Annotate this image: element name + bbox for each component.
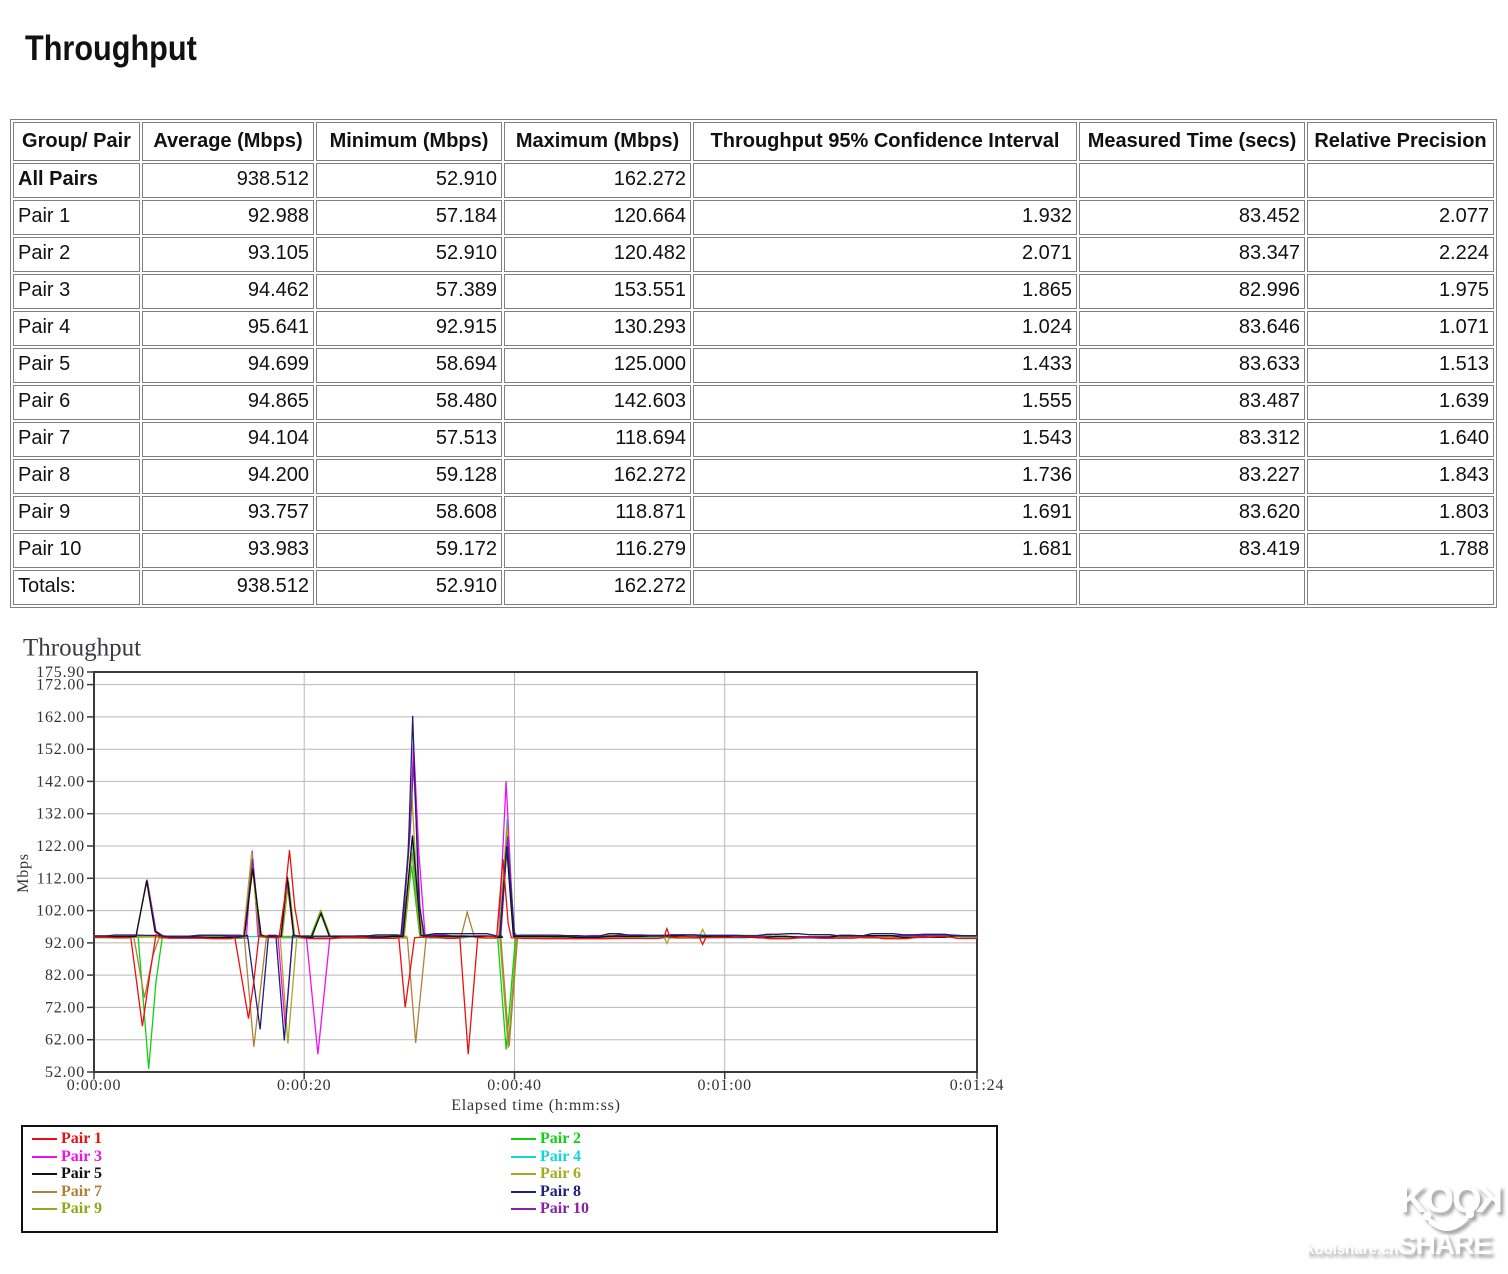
svg-text:102.00: 102.00 (36, 903, 85, 920)
svg-text:172.00: 172.00 (36, 677, 85, 694)
svg-text:SHARE: SHARE (1398, 1229, 1491, 1260)
svg-text:142.00: 142.00 (36, 773, 85, 790)
svg-text:0:00:00: 0:00:00 (67, 1077, 122, 1094)
svg-text:Throughput: Throughput (23, 635, 141, 662)
svg-text:K: K (1475, 1179, 1503, 1221)
svg-text:152.00: 152.00 (36, 741, 85, 758)
svg-text:Elapsed time (h:mm:ss): Elapsed time (h:mm:ss) (451, 1097, 621, 1114)
svg-text:82.00: 82.00 (45, 967, 85, 984)
svg-text:0:01:00: 0:01:00 (697, 1077, 752, 1094)
svg-text:0:01:24: 0:01:24 (950, 1077, 1005, 1094)
svg-text:122.00: 122.00 (36, 838, 85, 855)
svg-text:62.00: 62.00 (45, 1032, 85, 1049)
svg-text:koolshare.cn: koolshare.cn (1306, 1241, 1399, 1258)
svg-text:132.00: 132.00 (36, 806, 85, 823)
svg-text:162.00: 162.00 (36, 709, 85, 726)
svg-text:0:00:40: 0:00:40 (487, 1077, 542, 1094)
svg-text:112.00: 112.00 (37, 870, 85, 887)
svg-text:92.00: 92.00 (45, 935, 85, 952)
svg-text:0:00:20: 0:00:20 (277, 1077, 332, 1094)
svg-text:72.00: 72.00 (45, 999, 85, 1016)
svg-text:Mbps: Mbps (15, 853, 32, 893)
